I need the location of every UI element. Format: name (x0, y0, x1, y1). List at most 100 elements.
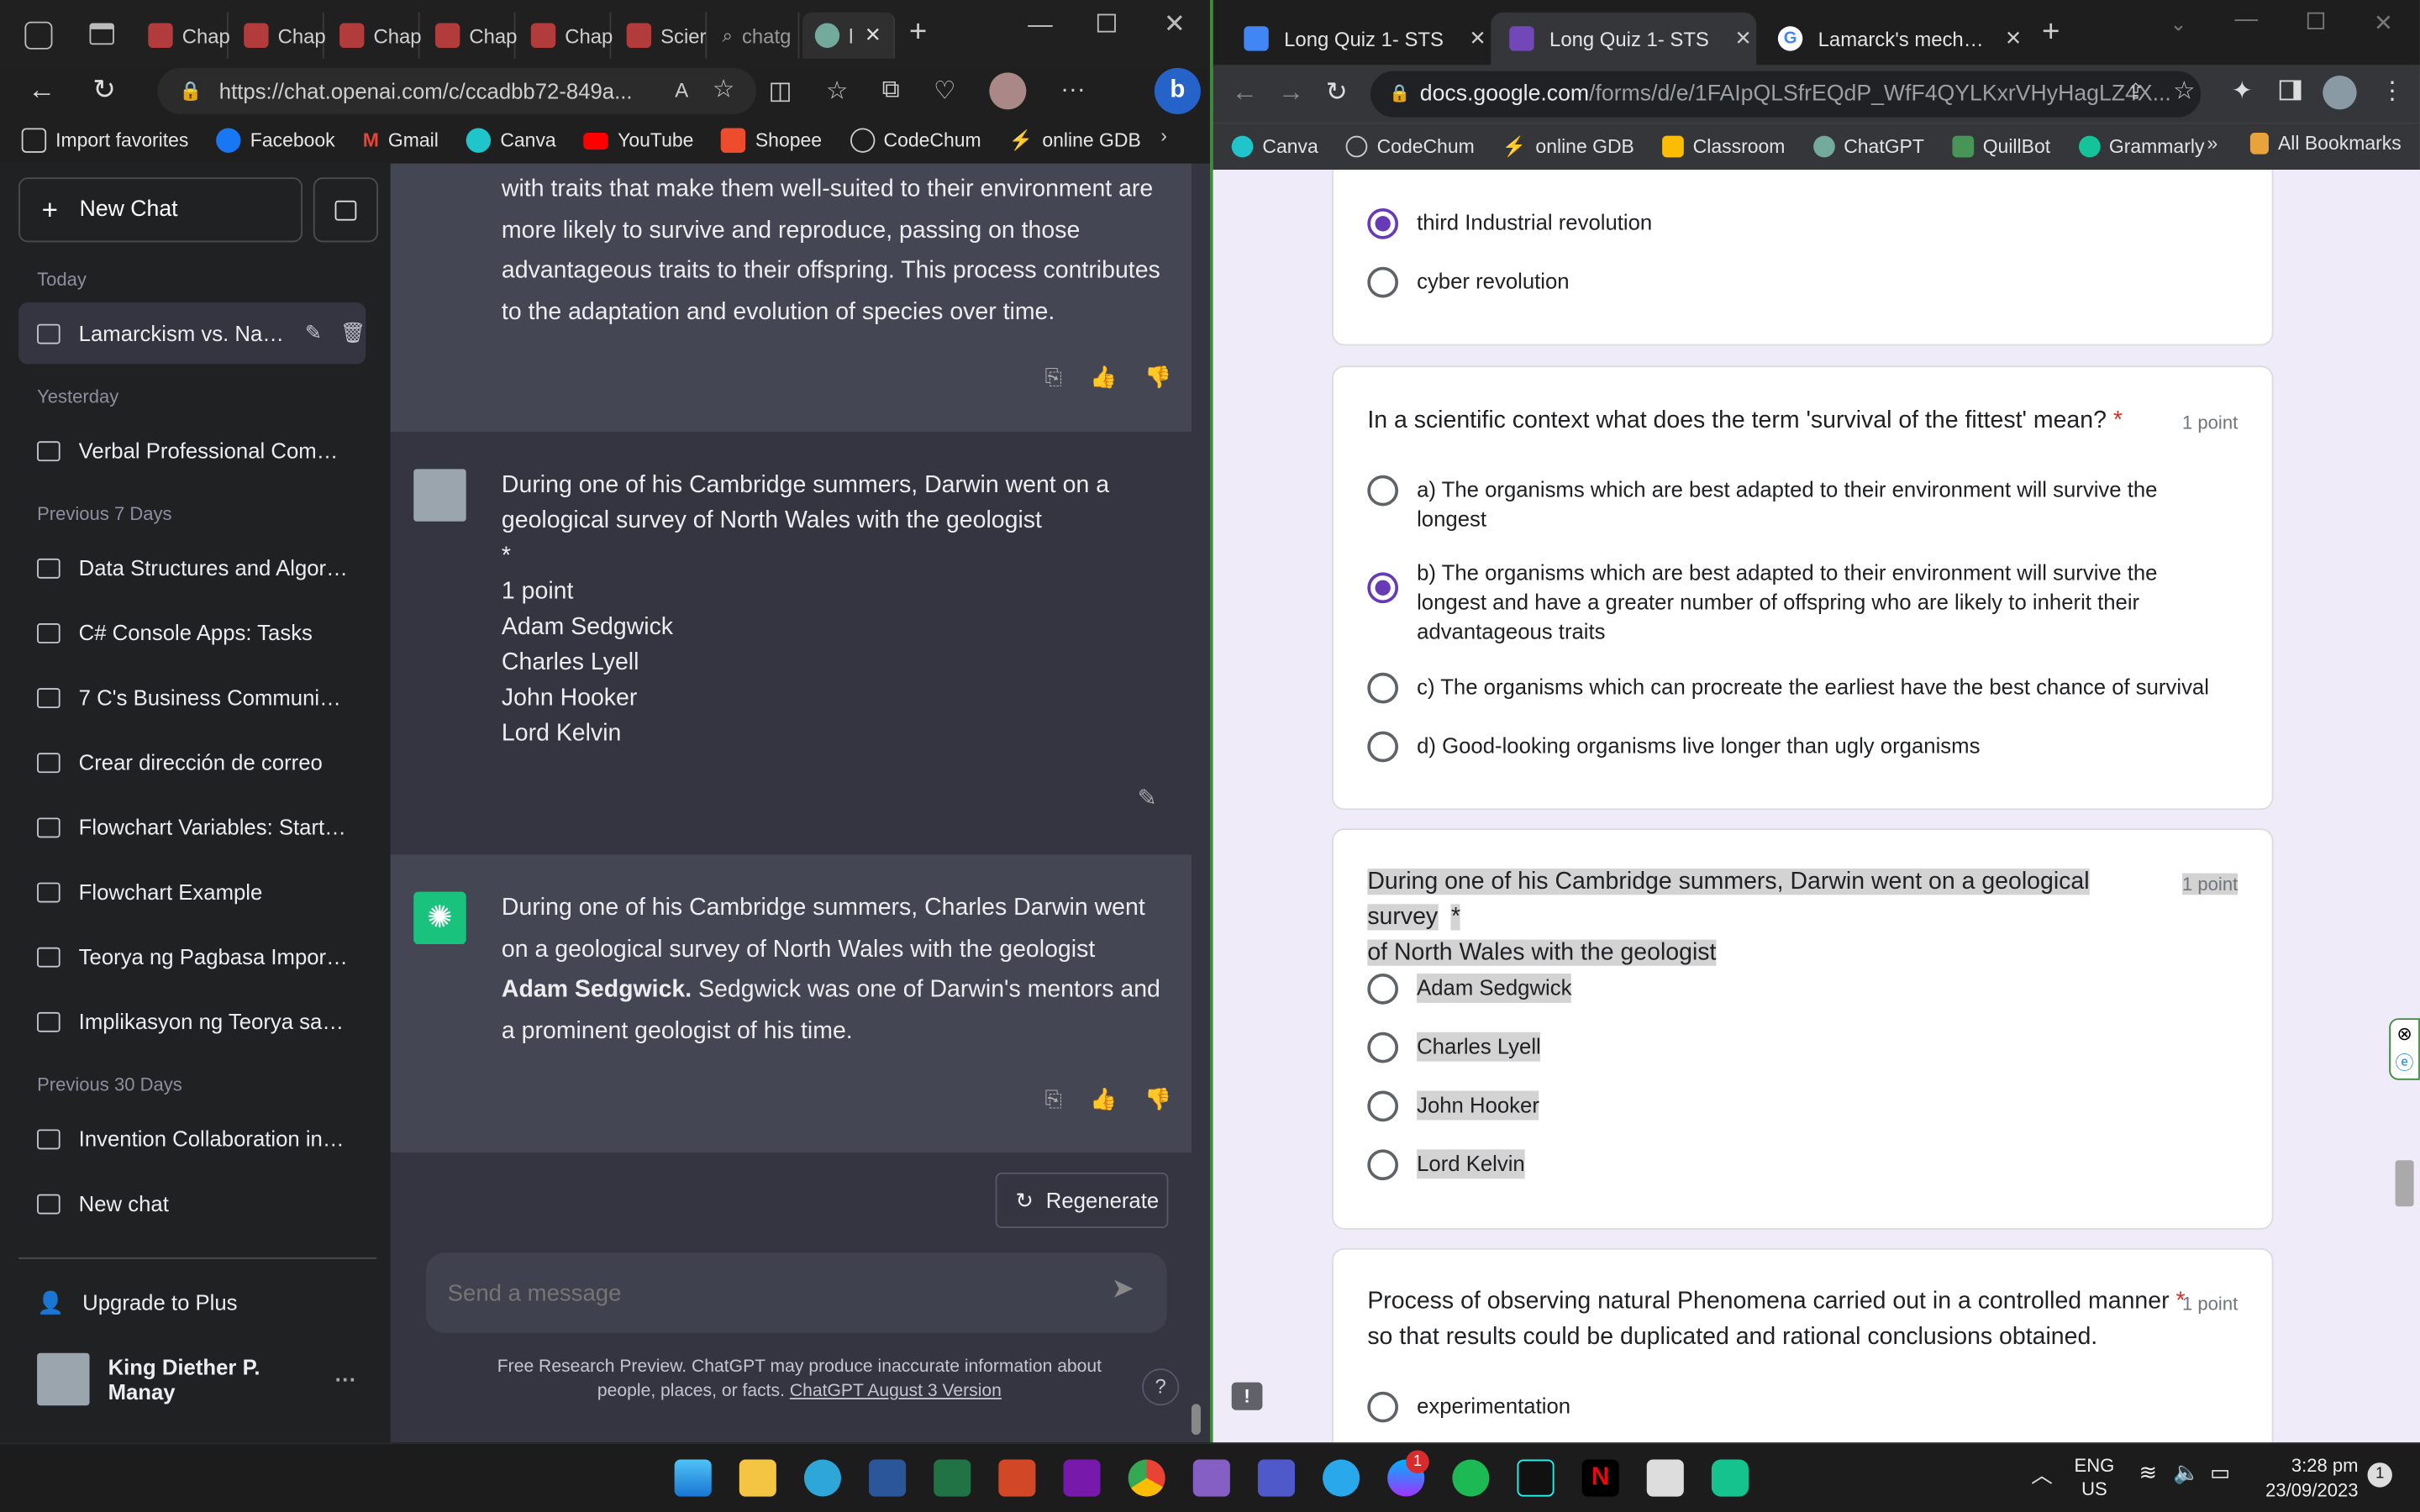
send-icon[interactable]: ➤ (1111, 1273, 1134, 1305)
radio[interactable] (1367, 1090, 1399, 1122)
radio[interactable] (1367, 1149, 1399, 1181)
option-third-industrial-revolution[interactable]: third Industrial revolution (1367, 207, 1652, 239)
tab-lamarcks-mechanism[interactable]: GLamarck's mechanism✕ (1760, 13, 2022, 65)
teams-icon[interactable] (1257, 1459, 1295, 1497)
thumbs-up-icon[interactable]: 👍 (1090, 364, 1117, 390)
extensions-puzzle-icon[interactable]: ✦ (2232, 76, 2253, 107)
telegram-icon[interactable] (1323, 1459, 1360, 1497)
trash-icon[interactable]: 🗑 (340, 321, 366, 345)
chat-item[interactable]: Flowchart Variables: Start, De (18, 796, 366, 858)
regenerate-button[interactable]: ↻ Regenerate (995, 1172, 1169, 1229)
vertical-tabs-icon[interactable] (89, 23, 114, 45)
radio[interactable] (1367, 973, 1399, 1005)
radio[interactable] (1367, 1391, 1399, 1423)
read-aloud-icon[interactable]: A (675, 68, 688, 114)
edge-icon[interactable]: ⓔ (2396, 1053, 2414, 1074)
side-panel-icon[interactable] (2279, 80, 2302, 101)
all-bookmarks-button[interactable]: All Bookmarks (2249, 132, 2402, 155)
spotify-icon[interactable] (1452, 1459, 1490, 1497)
option-d[interactable]: d) Good-looking organisms live longer th… (1367, 731, 2232, 763)
start-windows-icon[interactable] (674, 1459, 712, 1497)
tab-chap-5[interactable]: Chap (518, 12, 613, 59)
bookmark-quillbot[interactable]: QuillBot (1951, 135, 2050, 158)
chrome-menu-icon[interactable]: ⋮ (2380, 76, 2404, 107)
bookmark-chatgpt[interactable]: ChatGPT (1812, 135, 1924, 158)
close-icon[interactable]: ✕ (1734, 26, 1751, 50)
bookmark-codechum[interactable]: CodeChum (1345, 135, 1475, 158)
chat-item[interactable]: Flowchart Example (18, 861, 366, 922)
forward-icon[interactable]: → (1278, 77, 1304, 108)
user-menu-button[interactable]: King Diether P. Manay ··· (18, 1346, 366, 1414)
browser-essentials-icon[interactable]: ♡ (934, 76, 955, 107)
workspaces-icon[interactable] (24, 21, 53, 50)
back-icon[interactable]: ← (1232, 77, 1258, 108)
app-icon[interactable] (1646, 1459, 1684, 1497)
maximize-icon[interactable] (2307, 12, 2325, 29)
tab-long-quiz-1[interactable]: Long Quiz 1- STS ✕ (1225, 13, 1487, 65)
language-indicator[interactable]: ENG US (2075, 1455, 2115, 1501)
radio-selected[interactable] (1367, 207, 1399, 239)
favorites-icon[interactable]: ☆ (826, 76, 848, 107)
chat-item[interactable]: Verbal Professional Commun (18, 420, 366, 481)
tab-science[interactable]: Scier (614, 12, 708, 59)
bookmark-classroom[interactable]: Classroom (1661, 135, 1785, 158)
option-cyber-revolution[interactable]: cyber revolution (1367, 266, 1570, 298)
chat-item[interactable]: 7 C's Business Communicatio (18, 666, 366, 727)
bookmark-youtube[interactable]: YouTube (583, 129, 693, 151)
clock[interactable]: 3:28 pm 23/09/2023 (2254, 1453, 2358, 1503)
chevron-right-icon[interactable]: › (1160, 125, 1167, 147)
new-chat-button[interactable]: + New Chat (18, 177, 302, 243)
chat-item[interactable]: Data Structures and Algorith (18, 537, 366, 598)
message-input[interactable] (447, 1274, 1065, 1312)
bookmark-canva[interactable]: Canva (466, 128, 556, 153)
bing-copilot-icon[interactable]: b (1154, 67, 1201, 114)
close-icon[interactable]: ✕ (865, 24, 881, 48)
bookmark-grammarly[interactable]: Grammarly (2078, 135, 2204, 158)
more-icon[interactable]: ··· (1060, 77, 1085, 105)
message-input-box[interactable]: ➤ (425, 1252, 1167, 1333)
chat-item-active[interactable]: Lamarckism vs. Natur ✎ 🗑 (18, 302, 366, 365)
tab-chatgpt-search[interactable]: ⌕ chatg (710, 12, 800, 59)
bookmark-star-icon[interactable]: ☆ (2173, 76, 2195, 107)
chevron-up-icon[interactable]: ︿ (2031, 1460, 2053, 1491)
bookmark-shopee[interactable]: Shopee (721, 128, 822, 153)
share-icon[interactable]: ⇪ (2127, 79, 2145, 105)
option-b[interactable]: b) The organisms which are best adapted … (1367, 559, 2232, 647)
extension-side-widget[interactable]: ⊗ ⓔ (2389, 1018, 2420, 1080)
bookmark-facebook[interactable]: Facebook (216, 128, 335, 153)
chat-item[interactable]: Teorya ng Pagbasa Imporma (18, 926, 366, 987)
notification-center-icon[interactable]: 1 (2367, 1462, 2392, 1488)
option-adam-sedgwick[interactable]: Adam Sedgwick (1367, 973, 1572, 1005)
profile-avatar[interactable] (2323, 75, 2357, 110)
option-experimentation[interactable]: experimentation (1367, 1391, 1570, 1423)
maximize-icon[interactable] (1097, 13, 1116, 33)
bookmark-import-favorites[interactable]: Import favorites (21, 128, 189, 153)
bookmark-canva[interactable]: Canva (1231, 135, 1318, 158)
chrome-url-field[interactable]: 🔒 docs.google.com/forms/d/e/1FAIpQLSfrEQ… (1370, 71, 2202, 118)
close-icon[interactable]: ✕ (2005, 26, 2022, 50)
edit-pencil-icon[interactable]: ✎ (305, 321, 322, 345)
edge-url-field[interactable]: 🔒 https://chat.openai.com/c/ccadbb72-849… (157, 67, 756, 114)
close-icon[interactable]: ✕ (1470, 26, 1486, 50)
minimize-icon[interactable]: — (2235, 6, 2259, 32)
new-tab-icon[interactable]: + (909, 15, 927, 50)
thumbs-down-icon[interactable]: 👎 (1144, 364, 1171, 390)
battery-icon[interactable]: ▭ (2210, 1460, 2230, 1486)
bookmark-codechum[interactable]: CodeChum (850, 128, 981, 153)
tab-chap-4[interactable]: Chap (423, 12, 517, 59)
copy-icon[interactable]: ⎘ (1044, 364, 1062, 390)
radio[interactable] (1367, 475, 1399, 507)
chrome-icon[interactable] (1128, 1459, 1165, 1497)
edmodo-icon[interactable] (1711, 1459, 1749, 1497)
tab-chap-3[interactable]: Chap (327, 12, 422, 59)
radio-selected[interactable] (1367, 572, 1399, 604)
radio[interactable] (1367, 672, 1399, 704)
powerpoint-icon[interactable] (998, 1459, 1036, 1497)
minimize-icon[interactable]: — (1028, 13, 1052, 40)
bookmark-online-gdb[interactable]: ⚡ online GDB (1502, 135, 1634, 159)
favorite-star-icon[interactable]: ☆ (713, 68, 734, 114)
netflix-icon[interactable]: N (1581, 1459, 1619, 1497)
split-screen-icon[interactable]: ◫ (769, 76, 792, 107)
refresh-icon[interactable]: ↻ (92, 74, 116, 107)
option-c[interactable]: c) The organisms which can procreate the… (1367, 672, 2262, 704)
